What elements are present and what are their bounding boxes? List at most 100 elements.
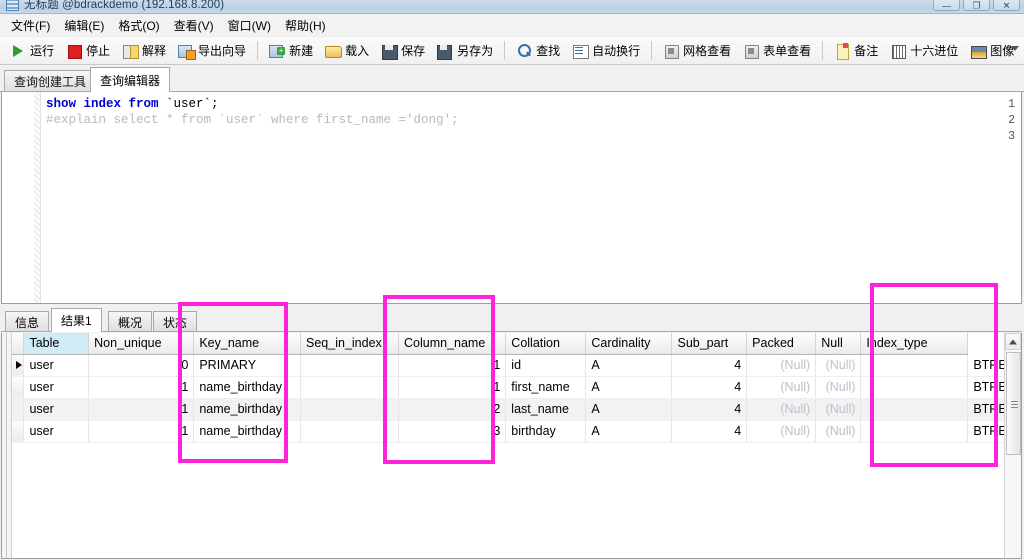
cell-sub-part[interactable]: (Null) xyxy=(747,398,816,420)
table-row[interactable]: user 0 PRIMARY 1 id A 4 (Null) (Null) BT… xyxy=(12,354,1021,376)
cell-null[interactable] xyxy=(861,354,968,376)
tab-result1[interactable]: 结果1 xyxy=(51,308,102,332)
grid-left-rail xyxy=(2,333,12,558)
cell-key-name[interactable]: PRIMARY xyxy=(194,354,301,376)
form-view-button[interactable]: 表单查看 xyxy=(737,39,817,63)
close-button[interactable]: ✕ xyxy=(993,0,1020,11)
cell-cardinality[interactable]: 4 xyxy=(672,376,747,398)
cell-seq-in-index[interactable]: 1 xyxy=(399,354,506,376)
find-button[interactable]: 查找 xyxy=(510,39,566,63)
cell-seq-blank[interactable] xyxy=(301,354,399,376)
column-header-key-name[interactable]: Key_name xyxy=(194,333,301,354)
chevron-down-icon[interactable] xyxy=(1011,46,1019,51)
grid-vertical-scrollbar[interactable] xyxy=(1004,333,1021,558)
column-header-packed[interactable]: Packed xyxy=(747,333,816,354)
memo-button[interactable]: 备注 xyxy=(828,39,884,63)
cell-column-name[interactable]: first_name xyxy=(506,376,586,398)
cell-collation[interactable]: A xyxy=(586,376,672,398)
cell-packed[interactable]: (Null) xyxy=(816,420,861,442)
tab-info[interactable]: 信息 xyxy=(5,311,49,332)
cell-table[interactable]: user xyxy=(24,354,89,376)
table-row[interactable]: user 1 name_birthday 3 birthday A 4 (Nul… xyxy=(12,420,1021,442)
cell-cardinality[interactable]: 4 xyxy=(672,354,747,376)
cell-sub-part[interactable]: (Null) xyxy=(747,376,816,398)
scroll-thumb[interactable] xyxy=(1006,352,1021,455)
cell-non-unique[interactable]: 1 xyxy=(89,376,194,398)
sql-editor[interactable]: 1 2 3 show index from `user`; #explain s… xyxy=(1,92,1022,304)
column-header-column-name[interactable]: Column_name xyxy=(399,333,506,354)
cell-seq-blank[interactable] xyxy=(301,420,399,442)
load-button[interactable]: 载入 xyxy=(319,39,375,63)
cell-packed[interactable]: (Null) xyxy=(816,398,861,420)
cell-column-name[interactable]: last_name xyxy=(506,398,586,420)
menu-edit[interactable]: 编辑(E) xyxy=(57,15,111,36)
row-handle[interactable] xyxy=(12,420,24,442)
cell-seq-blank[interactable] xyxy=(301,398,399,420)
run-button[interactable]: 运行 xyxy=(4,39,60,63)
cell-null[interactable] xyxy=(861,376,968,398)
tab-query-builder[interactable]: 查询创建工具 xyxy=(4,70,96,92)
column-header-table[interactable]: Table xyxy=(24,333,89,354)
new-button[interactable]: 新建 xyxy=(263,39,319,63)
menu-file[interactable]: 文件(F) xyxy=(4,15,57,36)
cell-null[interactable] xyxy=(861,420,968,442)
cell-non-unique[interactable]: 0 xyxy=(89,354,194,376)
cell-table[interactable]: user xyxy=(24,420,89,442)
menu-format[interactable]: 格式(O) xyxy=(111,15,166,36)
stop-button[interactable]: 停止 xyxy=(60,39,116,63)
scroll-up-icon[interactable] xyxy=(1005,333,1021,350)
tab-query-editor[interactable]: 查询编辑器 xyxy=(90,67,170,92)
column-header-collation[interactable]: Collation xyxy=(506,333,586,354)
minimize-button[interactable]: — xyxy=(933,0,960,11)
cell-collation[interactable]: A xyxy=(586,354,672,376)
column-header-seq-in-index[interactable]: Seq_in_index xyxy=(301,333,399,354)
tab-status[interactable]: 状态 xyxy=(153,311,197,332)
column-header-sub-part[interactable]: Sub_part xyxy=(672,333,747,354)
row-handle[interactable] xyxy=(12,376,24,398)
result-grid[interactable]: Table Non_unique Key_name Seq_in_index C… xyxy=(1,333,1022,559)
cell-key-name[interactable]: name_birthday xyxy=(194,376,301,398)
word-wrap-button[interactable]: 自动换行 xyxy=(566,39,646,63)
cell-sub-part[interactable]: (Null) xyxy=(747,420,816,442)
hex-button[interactable]: 十六进位 xyxy=(884,39,964,63)
cell-collation[interactable]: A xyxy=(586,420,672,442)
cell-cardinality[interactable]: 4 xyxy=(672,420,747,442)
menu-view[interactable]: 查看(V) xyxy=(167,15,221,36)
cell-seq-in-index[interactable]: 1 xyxy=(399,376,506,398)
column-header-null[interactable]: Null xyxy=(816,333,861,354)
table-row[interactable]: user 1 name_birthday 2 last_name A 4 (Nu… xyxy=(12,398,1021,420)
tab-profile[interactable]: 概况 xyxy=(108,311,152,332)
cell-key-name[interactable]: name_birthday xyxy=(194,398,301,420)
explain-button[interactable]: 解释 xyxy=(116,39,172,63)
cell-cardinality[interactable]: 4 xyxy=(672,398,747,420)
save-button[interactable]: 保存 xyxy=(375,39,431,63)
cell-key-name[interactable]: name_birthday xyxy=(194,420,301,442)
cell-seq-in-index[interactable]: 2 xyxy=(399,398,506,420)
restore-button[interactable]: ❐ xyxy=(963,0,990,11)
column-header-non-unique[interactable]: Non_unique xyxy=(89,333,194,354)
cell-packed[interactable]: (Null) xyxy=(816,354,861,376)
menu-window[interactable]: 窗口(W) xyxy=(221,15,278,36)
cell-non-unique[interactable]: 1 xyxy=(89,398,194,420)
grid-view-button[interactable]: 网格查看 xyxy=(657,39,737,63)
cell-sub-part[interactable]: (Null) xyxy=(747,354,816,376)
cell-table[interactable]: user xyxy=(24,376,89,398)
cell-seq-in-index[interactable]: 3 xyxy=(399,420,506,442)
menu-help[interactable]: 帮助(H) xyxy=(278,15,333,36)
column-header-index-type[interactable]: Index_type xyxy=(861,333,968,354)
cell-column-name[interactable]: id xyxy=(506,354,586,376)
cell-null[interactable] xyxy=(861,398,968,420)
export-wizard-button[interactable]: 导出向导 xyxy=(172,39,252,63)
row-handle[interactable] xyxy=(12,398,24,420)
cell-collation[interactable]: A xyxy=(586,398,672,420)
cell-non-unique[interactable]: 1 xyxy=(89,420,194,442)
cell-table[interactable]: user xyxy=(24,398,89,420)
row-header-corner[interactable] xyxy=(12,333,24,354)
column-header-cardinality[interactable]: Cardinality xyxy=(586,333,672,354)
cell-column-name[interactable]: birthday xyxy=(506,420,586,442)
save-as-button[interactable]: 另存为 xyxy=(431,39,499,63)
cell-packed[interactable]: (Null) xyxy=(816,376,861,398)
run-label: 运行 xyxy=(30,42,54,59)
cell-seq-blank[interactable] xyxy=(301,376,399,398)
table-row[interactable]: user 1 name_birthday 1 first_name A 4 (N… xyxy=(12,376,1021,398)
